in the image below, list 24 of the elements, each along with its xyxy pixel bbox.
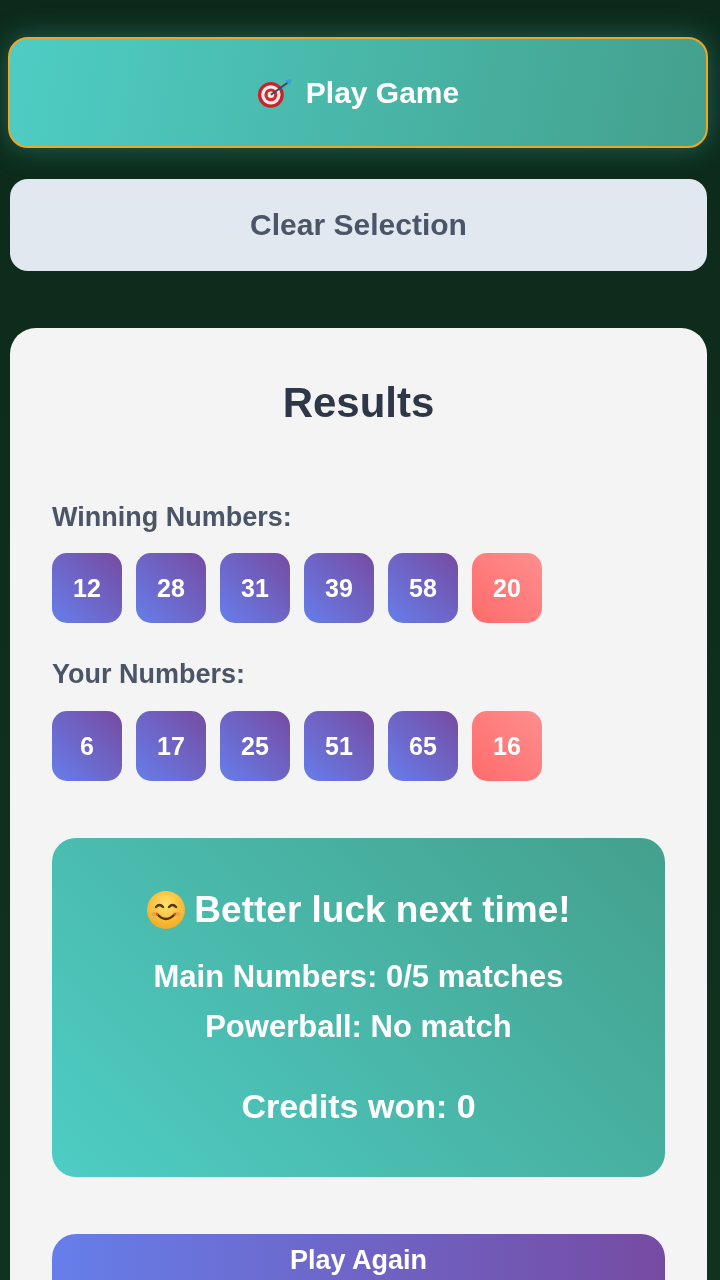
- lottery-number: 25: [220, 711, 290, 781]
- lottery-number: 12: [52, 553, 122, 623]
- credits-won: Credits won: 0: [241, 1086, 476, 1127]
- lottery-number: 31: [220, 553, 290, 623]
- lottery-number: 17: [136, 711, 206, 781]
- lottery-number: 28: [136, 553, 206, 623]
- lottery-number: 65: [388, 711, 458, 781]
- powerball-number: 20: [472, 553, 542, 623]
- lottery-number: 51: [304, 711, 374, 781]
- smiling-face-icon: [146, 890, 187, 930]
- match-summary: Main Numbers: 0/5 matches: [153, 958, 564, 996]
- clear-selection-button[interactable]: Clear Selection: [10, 179, 707, 271]
- numbers-label: Winning Numbers:: [52, 501, 292, 533]
- results-title: Results: [281, 378, 436, 428]
- lottery-number: 39: [304, 553, 374, 623]
- play-again-button[interactable]: Play Again: [52, 1234, 665, 1280]
- powerball-number: 16: [472, 711, 542, 781]
- lottery-number: 6: [52, 711, 122, 781]
- match-summary: Powerball: No match: [205, 1008, 512, 1046]
- play-game-button[interactable]: Play Game: [8, 37, 708, 148]
- dart-target-icon: [256, 76, 294, 109]
- numbers-label: Your Numbers:: [52, 658, 246, 690]
- outcome-headline: Better luck next time!: [194, 888, 571, 932]
- lottery-number: 58: [388, 553, 458, 623]
